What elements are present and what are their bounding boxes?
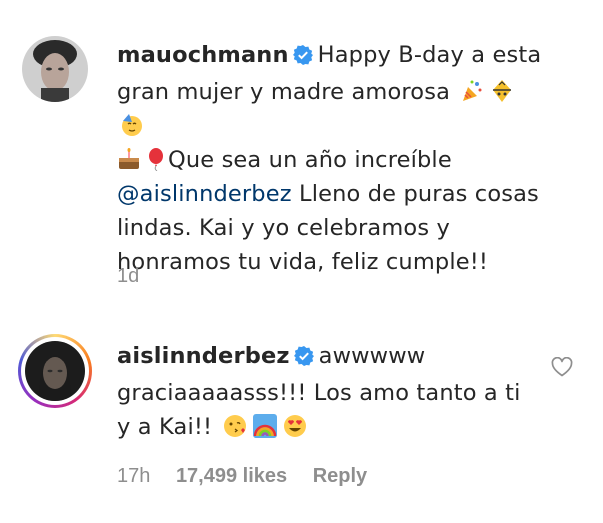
balloon-icon bbox=[144, 147, 168, 172]
partying-face-icon bbox=[120, 113, 144, 137]
comment-meta: 17h 17,499 likes Reply bbox=[117, 465, 387, 488]
birthday-cake-icon bbox=[117, 147, 141, 171]
reply-button[interactable]: Reply bbox=[313, 465, 367, 487]
comment-body-part2: Que sea un año increíble bbox=[168, 147, 452, 173]
avatar bbox=[25, 341, 85, 401]
avatar-story-ring[interactable] bbox=[18, 334, 92, 408]
verified-badge-icon bbox=[292, 41, 313, 75]
rainbow-icon bbox=[252, 414, 277, 438]
timestamp[interactable]: 1d bbox=[117, 265, 139, 287]
comment-text: mauochmann Happy B-day a esta gran mujer … bbox=[117, 38, 547, 279]
timestamp[interactable]: 17h bbox=[117, 465, 150, 487]
verified-badge-icon bbox=[293, 342, 314, 376]
username[interactable]: aislinnderbez bbox=[117, 343, 290, 369]
username[interactable]: mauochmann bbox=[117, 42, 289, 68]
avatar[interactable] bbox=[22, 36, 88, 102]
like-heart-icon[interactable] bbox=[551, 357, 573, 377]
heart-eyes-face-icon bbox=[283, 414, 307, 438]
lantern-face-icon bbox=[490, 79, 514, 103]
likes-count[interactable]: 17,499 likes bbox=[176, 465, 287, 487]
comment-meta: 1d bbox=[117, 265, 159, 288]
mention-link[interactable]: @aislinnderbez bbox=[117, 181, 292, 207]
party-popper-icon bbox=[460, 79, 484, 103]
kissing-face-icon bbox=[223, 414, 247, 438]
comment-text: aislinnderbez awwwww graciaaaaasss!!! Los… bbox=[117, 339, 537, 444]
